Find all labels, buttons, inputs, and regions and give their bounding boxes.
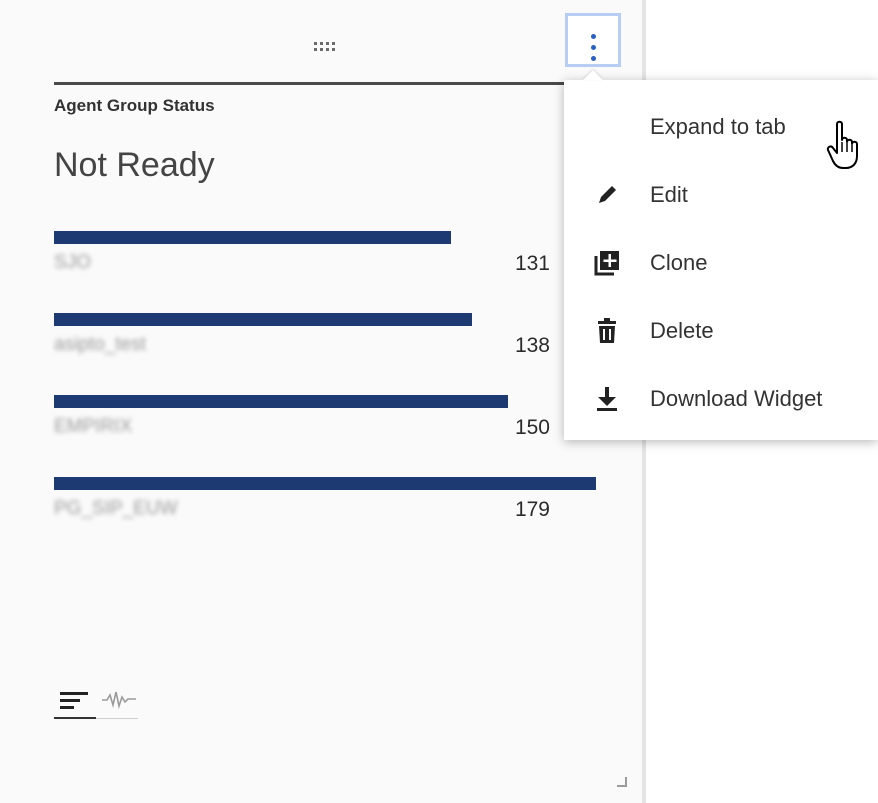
menu-item-clone[interactable]: Clone	[564, 229, 878, 297]
clone-icon	[564, 229, 650, 297]
menu-item-label: Download Widget	[650, 386, 823, 411]
resize-handle-icon[interactable]	[617, 777, 627, 787]
more-options-button[interactable]	[565, 13, 621, 67]
hand-cursor-icon	[826, 120, 858, 169]
active-view-indicator	[54, 717, 96, 719]
trash-icon	[564, 297, 650, 365]
row-label: PG_SIP_EUW	[54, 498, 178, 519]
list-view-icon[interactable]	[60, 690, 88, 710]
row-label: EMPIRIX	[54, 416, 133, 437]
status-name: Not Ready	[54, 146, 215, 184]
menu-item-label: Edit	[650, 182, 688, 207]
row-value: 138	[514, 334, 550, 357]
menu-item-label: Delete	[650, 318, 714, 343]
expand-to-tab-icon	[564, 93, 650, 161]
row-bar	[54, 395, 508, 408]
waveform-view-icon[interactable]	[102, 688, 136, 710]
agent-group-status-widget: Agent Group Status Not Ready SJO 131 asi…	[0, 0, 642, 803]
row-label: asipto_test	[54, 334, 146, 355]
row-value: 150	[514, 416, 550, 439]
view-tab-baseline	[96, 718, 138, 719]
row-value: 131	[514, 252, 550, 275]
menu-item-download-widget[interactable]: Download Widget	[564, 365, 878, 433]
row-bar	[54, 477, 596, 490]
menu-item-delete[interactable]: Delete	[564, 297, 878, 365]
row-bar	[54, 313, 472, 326]
pencil-icon	[564, 161, 650, 229]
drag-handle-icon[interactable]	[314, 42, 336, 54]
view-toggle	[54, 686, 138, 720]
menu-caret	[583, 70, 603, 80]
menu-item-label: Clone	[650, 250, 708, 275]
row-label: SJO	[54, 252, 91, 273]
title-divider	[54, 82, 575, 85]
menu-item-label: Expand to tab	[650, 114, 786, 139]
widget-title: Agent Group Status	[54, 96, 215, 115]
row-value: 179	[514, 498, 550, 521]
download-icon	[564, 365, 650, 433]
row-bar	[54, 231, 451, 244]
